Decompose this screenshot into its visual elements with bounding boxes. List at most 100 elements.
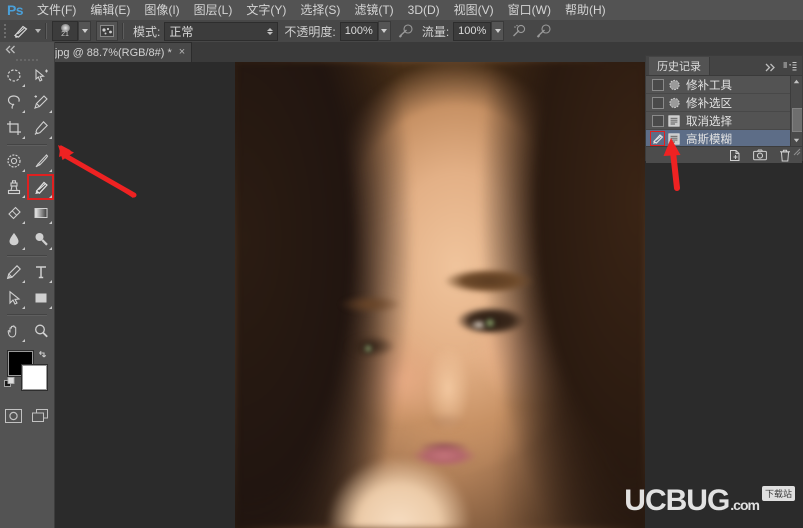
path-selection-tool[interactable] (0, 285, 27, 311)
photoshop-window: Ps 文件(F) 编辑(E) 图像(I) 图层(L) 文字(Y) 选择(S) 滤… (0, 0, 803, 528)
opacity-pressure-toggle-icon[interactable] (396, 22, 416, 40)
history-source-checkbox[interactable] (650, 113, 665, 128)
history-state-row[interactable]: 修补选区 (646, 94, 802, 112)
swap-colors-icon[interactable] (37, 349, 49, 364)
elliptical-marquee-tool[interactable] (0, 63, 27, 89)
blur-tool[interactable] (0, 226, 27, 252)
menu-file[interactable]: 文件(F) (30, 0, 83, 20)
eraser-tool[interactable] (0, 200, 27, 226)
clone-stamp-tool[interactable] (0, 174, 27, 200)
default-colors-icon[interactable] (4, 377, 15, 391)
collapse-tools-panel-button[interactable] (0, 42, 54, 56)
airbrush-toggle-icon[interactable] (509, 22, 529, 40)
history-state-label: 高斯模糊 (686, 133, 732, 146)
menu-view[interactable]: 视图(V) (447, 0, 501, 20)
new-document-from-state-button[interactable] (728, 149, 742, 162)
gradient-tool[interactable] (27, 200, 54, 226)
menu-image[interactable]: 图像(I) (137, 0, 186, 20)
menu-edit[interactable]: 编辑(E) (83, 0, 137, 20)
history-state-row[interactable]: 修补工具 (646, 76, 802, 94)
flow-pressure-toggle-icon[interactable] (534, 22, 554, 40)
new-snapshot-button[interactable] (753, 149, 767, 162)
history-source-checkbox[interactable] (650, 77, 665, 92)
history-source-checkbox[interactable] (650, 131, 665, 146)
menu-filter[interactable]: 滤镜(T) (347, 0, 400, 20)
scroll-up-icon[interactable] (793, 78, 800, 85)
crop-tool[interactable] (0, 115, 27, 141)
tools-divider-2 (7, 255, 47, 256)
quick-mask-mode-icon[interactable] (3, 406, 25, 426)
flow-chevron-down-icon[interactable] (491, 21, 505, 41)
history-panel-tab-row: 历史记录 (646, 56, 802, 76)
deselect-icon (665, 113, 683, 129)
zoom-tool[interactable] (27, 318, 54, 344)
toggle-brush-panel-button[interactable] (96, 21, 118, 41)
brush-preset-chevron-down-icon[interactable] (78, 21, 91, 41)
history-scrollbar[interactable] (790, 76, 802, 146)
tools-divider-3 (7, 314, 47, 315)
panel-menu-icon[interactable] (782, 60, 798, 72)
history-panel: 历史记录 修补工具 修补选区 取消选择 高斯模糊 (645, 55, 803, 163)
history-state-row-active[interactable]: 高斯模糊 (646, 130, 802, 146)
delete-state-button[interactable] (778, 149, 792, 162)
blend-mode-value: 正常 (169, 24, 194, 39)
history-state-list[interactable]: 修补工具 修补选区 取消选择 高斯模糊 (646, 76, 802, 146)
menu-select[interactable]: 选择(S) (293, 0, 347, 20)
opacity-chevron-down-icon[interactable] (377, 21, 391, 41)
patch-tool-icon (665, 77, 683, 93)
tool-more-icon (22, 195, 25, 198)
history-state-label: 取消选择 (686, 115, 732, 128)
options-divider-2 (122, 23, 123, 39)
move-tool[interactable] (27, 63, 54, 89)
collapse-panel-icon[interactable] (764, 61, 778, 75)
options-bar-grip[interactable] (0, 20, 10, 42)
flow-input[interactable]: 100% (453, 21, 492, 41)
watermark: UCBUG .com 下载站 (624, 486, 795, 520)
watermark-brand-text: UCBUG (624, 484, 730, 517)
active-tool-thumbnail-history-brush-icon[interactable] (10, 22, 32, 40)
tool-preset-chevron-down-icon[interactable] (35, 29, 41, 33)
menu-help[interactable]: 帮助(H) (558, 0, 613, 20)
eyedropper-tool[interactable] (27, 115, 54, 141)
history-state-row[interactable]: 取消选择 (646, 112, 802, 130)
panel-resize-grip[interactable] (791, 145, 801, 159)
tab-history[interactable]: 历史记录 (649, 56, 710, 75)
blend-mode-select[interactable]: 正常 (164, 21, 279, 41)
brush-tool[interactable] (27, 148, 54, 174)
history-source-checkbox[interactable] (650, 95, 665, 110)
document-image-timg[interactable] (235, 62, 645, 528)
scroll-down-icon[interactable] (793, 137, 800, 144)
tool-more-icon (49, 221, 52, 224)
tools-panel (0, 42, 55, 528)
tools-panel-grip[interactable] (0, 56, 54, 63)
screen-mode-icon[interactable] (30, 406, 52, 426)
brush-preset-picker[interactable]: 21 (52, 21, 78, 41)
menu-layer[interactable]: 图层(L) (187, 0, 240, 20)
brush-size-value: 21 (61, 31, 69, 38)
rectangle-tool[interactable] (27, 285, 54, 311)
hand-tool[interactable] (0, 318, 27, 344)
lasso-tool[interactable] (0, 89, 27, 115)
history-state-label: 修补工具 (686, 79, 732, 92)
dodge-tool[interactable] (27, 226, 54, 252)
menu-window[interactable]: 窗口(W) (501, 0, 558, 20)
pen-tool[interactable] (0, 259, 27, 285)
spot-healing-brush-tool[interactable] (0, 148, 27, 174)
quick-selection-tool[interactable] (27, 89, 54, 115)
tool-more-icon (49, 306, 52, 309)
tool-more-icon (22, 280, 25, 283)
close-icon[interactable]: × (179, 47, 185, 58)
screen-mode-row (0, 403, 54, 429)
menu-type[interactable]: 文字(Y) (239, 0, 293, 20)
blend-mode-label: 模式: (133, 24, 161, 39)
type-tool[interactable] (27, 259, 54, 285)
tool-more-icon (49, 110, 52, 113)
opacity-input[interactable]: 100% (339, 21, 378, 41)
menu-3d[interactable]: 3D(D) (401, 0, 447, 20)
history-scroll-thumb[interactable] (792, 108, 802, 132)
tool-more-icon (49, 280, 52, 283)
history-brush-tool[interactable] (27, 174, 54, 200)
background-color-swatch[interactable] (22, 365, 47, 390)
tool-more-icon (49, 136, 52, 139)
watermark-suffix: .com (730, 497, 760, 513)
